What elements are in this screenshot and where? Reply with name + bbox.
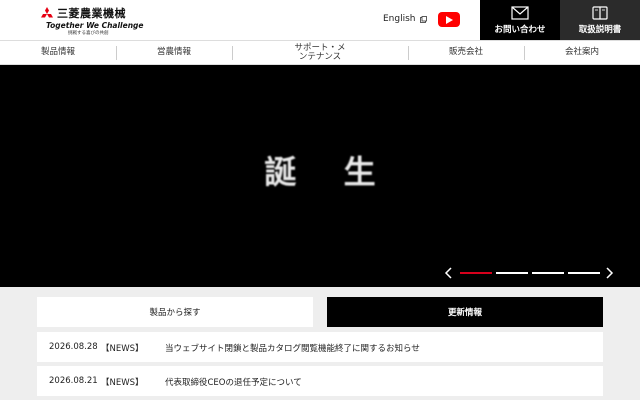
youtube-button[interactable] [438,12,460,27]
youtube-icon [446,15,453,24]
nav-item-dealers[interactable]: 販売会社 [408,41,524,64]
mail-icon [511,6,529,20]
mitsubishi-logo-icon [41,6,53,17]
news-date: 2026.08.21 [49,376,98,386]
english-link[interactable]: English [383,14,427,24]
news-title: 代表取締役CEOの退任予定について [165,378,302,388]
english-link-label: English [383,14,416,24]
slider-dot[interactable] [568,272,600,274]
contact-button-label: お問い合わせ [494,25,546,35]
logo-tagline: Together We Challenge [46,21,144,30]
news-category: 【NEWS】 [101,378,144,388]
nav-item-support-label: サポート・メンテナンス [294,42,346,62]
logo-subtext: 挑戦する喜びの共創 [68,31,109,36]
content-section: 製品から探す 更新情報 2026.08.28 【NEWS】 当ウェブサイト閉鎖と… [0,287,640,400]
slider-dot[interactable] [496,272,528,274]
chevron-left-icon[interactable] [444,266,454,280]
slider-dot[interactable] [460,272,492,274]
manual-button-label: 取扱説明書 [578,25,622,35]
nav-item-company[interactable]: 会社案内 [524,41,640,64]
news-category: 【NEWS】 [101,344,144,354]
site-logo[interactable]: 三菱農業機械 Together We Challenge 挑戦する喜びの共創 [40,6,144,36]
chevron-right-icon[interactable] [604,266,614,280]
logo-name: 三菱農業機械 [57,7,126,20]
news-date: 2026.08.28 [49,342,98,352]
hero-title: 誕 生 [264,153,394,191]
news-title: 当ウェブサイト閉鎖と製品カタログ閲覧機能終了に関するお知らせ [165,344,420,354]
slider-indicators [460,272,604,274]
tab-news[interactable]: 更新情報 [327,297,603,327]
news-item[interactable]: 2026.08.21 【NEWS】 代表取締役CEOの退任予定について [37,366,603,396]
site-header: 三菱農業機械 Together We Challenge 挑戦する喜びの共創 E… [0,0,640,40]
nav-item-support[interactable]: サポート・メンテナンス [232,41,408,64]
manual-button[interactable]: 取扱説明書 [560,0,640,40]
book-icon [592,6,608,20]
main-nav: 製品情報 営農情報 サポート・メンテナンス 販売会社 会社案内 [0,40,640,65]
nav-item-farming[interactable]: 営農情報 [116,41,232,64]
hero-slider[interactable]: 誕 生 [0,65,640,287]
news-item[interactable]: 2026.08.28 【NEWS】 当ウェブサイト閉鎖と製品カタログ閲覧機能終了… [37,332,603,362]
slider-dot[interactable] [532,272,564,274]
logo-row: 三菱農業機械 [40,6,126,20]
contact-button[interactable]: お問い合わせ [480,0,560,40]
nav-item-products[interactable]: 製品情報 [0,41,116,64]
external-link-icon [419,15,427,23]
tab-find-products[interactable]: 製品から探す [37,297,313,327]
